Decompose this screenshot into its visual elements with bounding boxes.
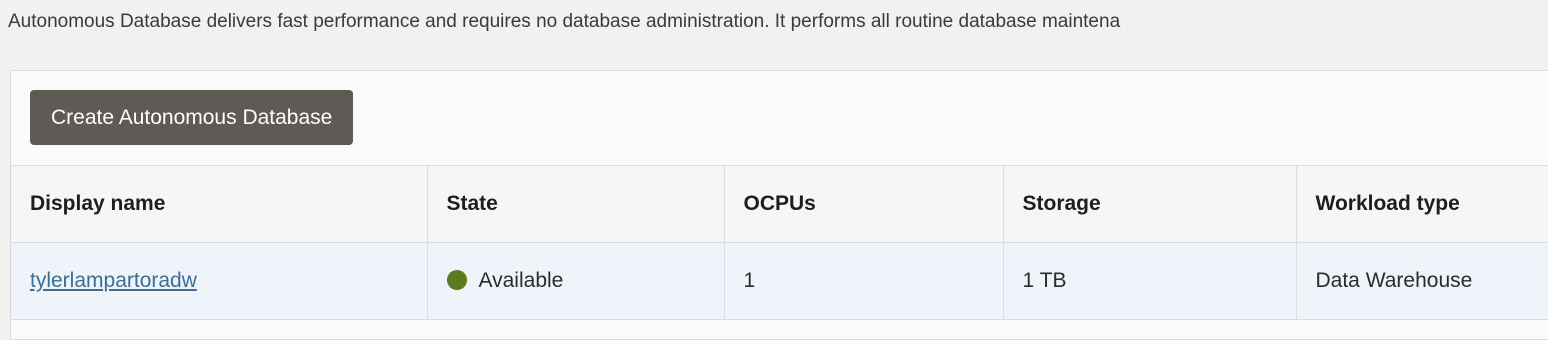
state-label: Available [478, 269, 564, 292]
cell-workload-type: Data Warehouse [1296, 242, 1548, 320]
table-header-row: Display name State OCPUs Storage Workloa… [11, 165, 1548, 243]
column-header-ocpus[interactable]: OCPUs [724, 165, 1004, 243]
column-header-workload-type[interactable]: Workload type [1296, 165, 1548, 243]
cell-state: Available [427, 242, 725, 320]
intro-text: Autonomous Database delivers fast perfor… [8, 11, 1121, 32]
database-name-link[interactable]: tylerlampartoradw [30, 269, 197, 292]
cell-ocpus: 1 [724, 242, 1004, 320]
status-available-icon [446, 270, 467, 290]
autonomous-db-panel: Create Autonomous Database Display name … [10, 70, 1548, 340]
table-row: tylerlampartoradw Available 1 1 TB Data … [11, 242, 1548, 320]
cell-storage: 1 TB [1003, 242, 1297, 320]
create-autonomous-database-button[interactable]: Create Autonomous Database [30, 90, 354, 145]
cell-display-name: tylerlampartoradw [11, 242, 428, 320]
column-header-storage[interactable]: Storage [1003, 165, 1297, 243]
column-header-state[interactable]: State [427, 165, 725, 243]
column-header-display-name[interactable]: Display name [11, 165, 428, 243]
autonomous-db-table: Display name State OCPUs Storage Workloa… [11, 165, 1548, 320]
